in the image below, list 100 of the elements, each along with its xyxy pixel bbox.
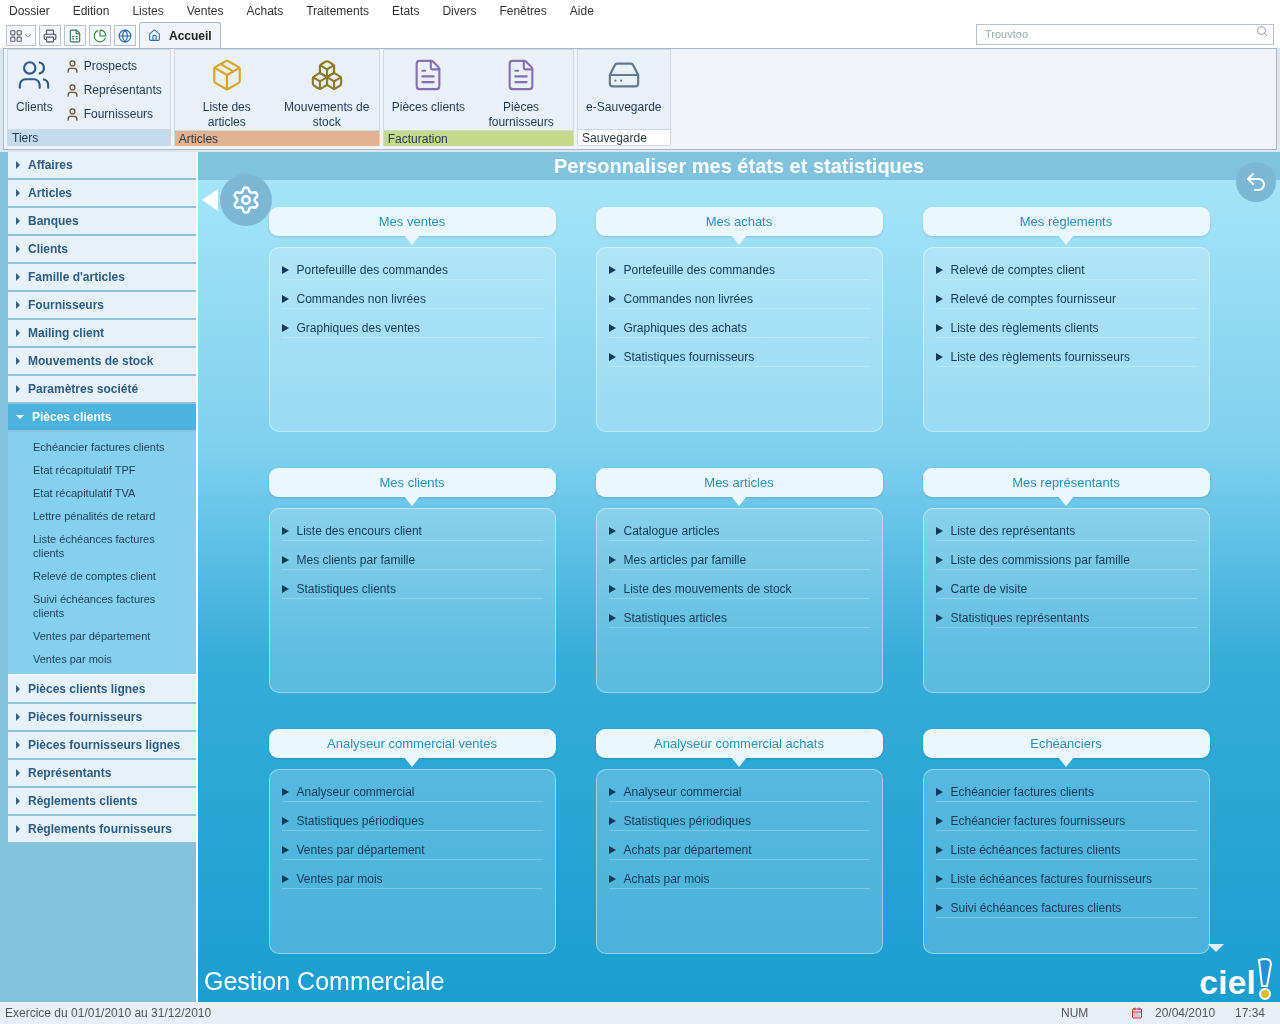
menu-item[interactable]: Ventes xyxy=(186,2,224,20)
sidebar-item[interactable]: Clients xyxy=(8,236,196,264)
report-link[interactable]: Graphiques des ventes xyxy=(281,318,543,338)
pointer-icon xyxy=(731,496,747,506)
report-link[interactable]: Relevé de comptes fournisseur xyxy=(935,289,1197,309)
sidebar-subitem[interactable]: Liste échéances factures clients xyxy=(33,532,173,560)
sidebar-item[interactable]: Mailing client xyxy=(8,320,196,348)
menu-item[interactable]: Etats xyxy=(392,2,420,20)
report-link[interactable]: Achats par mois xyxy=(608,869,870,889)
pointer-icon xyxy=(404,496,420,506)
sidebar-item[interactable]: Pièces fournisseurs lignes xyxy=(8,732,196,760)
report-link[interactable]: Liste des représentants xyxy=(935,521,1197,541)
sidebar-item[interactable]: Mouvements de stock xyxy=(8,348,196,376)
report-link[interactable]: Analyseur commercial xyxy=(608,782,870,802)
triangle-icon xyxy=(935,584,943,593)
report-link[interactable]: Statistiques représentants xyxy=(935,608,1197,628)
sidebar-item[interactable]: Représentants xyxy=(8,760,196,788)
report-link[interactable]: Liste des règlements fournisseurs xyxy=(935,347,1197,367)
triangle-icon xyxy=(281,526,289,535)
report-link[interactable]: Carte de visite xyxy=(935,579,1197,599)
report-link[interactable]: Statistiques périodiques xyxy=(608,811,870,831)
caret-right-icon xyxy=(16,797,20,805)
ribbon-button[interactable]: Clients xyxy=(12,54,57,115)
menu-item[interactable]: Aide xyxy=(569,2,594,20)
triangle-icon xyxy=(608,294,616,303)
tab[interactable]: Accueil xyxy=(139,22,221,48)
toolbar-button[interactable] xyxy=(39,25,61,46)
report-link[interactable]: Liste des commissions par famille xyxy=(935,550,1197,570)
ribbon-button[interactable]: Pièces fournisseurs xyxy=(473,54,570,130)
report-link[interactable]: Mes clients par famille xyxy=(281,550,543,570)
sidebar-subitem[interactable]: Etat récapitulatif TVA xyxy=(33,486,173,500)
triangle-icon xyxy=(935,903,943,912)
search-field[interactable]: Trouvtoo xyxy=(976,23,1274,45)
menu-item[interactable]: Dossier xyxy=(9,2,50,20)
ribbon-button[interactable]: Représentants xyxy=(60,78,166,102)
sidebar-item[interactable]: Paramètres société xyxy=(8,376,196,404)
scroll-down-icon[interactable] xyxy=(1208,944,1224,952)
report-link[interactable]: Liste échéances factures fournisseurs xyxy=(935,869,1197,889)
report-link[interactable]: Statistiques clients xyxy=(281,579,543,599)
report-link[interactable]: Statistiques fournisseurs xyxy=(608,347,870,367)
menu-item[interactable]: Traitements xyxy=(306,2,370,20)
toolbar-button[interactable] xyxy=(114,25,136,46)
undo-button[interactable] xyxy=(1236,162,1276,202)
sidebar-item[interactable]: Banques xyxy=(8,208,196,236)
ribbon-button[interactable]: Mouvements de stock xyxy=(278,54,375,130)
ribbon-button[interactable]: Pièces clients xyxy=(387,54,470,115)
report-link[interactable]: Ventes par département xyxy=(281,840,543,860)
sidebar-item[interactable]: Famille d'articles xyxy=(8,264,196,292)
caret-right-icon xyxy=(16,273,20,281)
sidebar-item[interactable]: Règlements clients xyxy=(8,788,196,816)
sidebar-item[interactable]: Fournisseurs xyxy=(8,292,196,320)
sidebar-item[interactable]: Règlements fournisseurs xyxy=(8,816,196,844)
menu-item[interactable]: Listes xyxy=(132,2,164,20)
sidebar-subitem[interactable]: Relevé de comptes client xyxy=(33,569,173,583)
report-link[interactable]: Echéancier factures fournisseurs xyxy=(935,811,1197,831)
spreadsheet-icon xyxy=(68,28,82,43)
report-link[interactable]: Liste des règlements clients xyxy=(935,318,1197,338)
sidebar-item[interactable]: Pièces fournisseurs xyxy=(8,704,196,732)
report-link[interactable]: Liste échéances factures clients xyxy=(935,840,1197,860)
report-link[interactable]: Portefeuille des commandes xyxy=(608,260,870,280)
report-link[interactable]: Statistiques articles xyxy=(608,608,870,628)
report-link[interactable]: Statistiques périodiques xyxy=(281,811,543,831)
person-icon xyxy=(64,106,80,122)
sidebar-item[interactable]: Affaires xyxy=(8,152,196,180)
report-link[interactable]: Liste des mouvements de stock xyxy=(608,579,870,599)
sidebar-subitem[interactable]: Echéancier factures clients xyxy=(33,440,173,454)
ribbon-button[interactable]: Fournisseurs xyxy=(60,102,166,126)
menu-item[interactable]: Fenêtres xyxy=(499,2,547,20)
report-link[interactable]: Commandes non livrées xyxy=(608,289,870,309)
report-link[interactable]: Analyseur commercial xyxy=(281,782,543,802)
report-link[interactable]: Relevé de comptes client xyxy=(935,260,1197,280)
ribbon-button[interactable]: Prospects xyxy=(60,54,166,78)
report-link[interactable]: Echéancier factures clients xyxy=(935,782,1197,802)
settings-icon[interactable] xyxy=(220,174,272,226)
toolbar-button[interactable] xyxy=(64,25,86,46)
sidebar-subitem[interactable]: Ventes par département xyxy=(33,629,173,643)
report-link[interactable]: Ventes par mois xyxy=(281,869,543,889)
sidebar-item[interactable]: Pièces clients lignes xyxy=(8,676,196,704)
layout-grid-button[interactable] xyxy=(6,25,36,46)
report-link[interactable]: Portefeuille des commandes xyxy=(281,260,543,280)
triangle-icon xyxy=(935,816,943,825)
ribbon-button[interactable]: e-Sauvegarde xyxy=(582,54,666,115)
sidebar-subitem[interactable]: Etat récapitulatif TPF xyxy=(33,463,173,477)
report-link[interactable]: Catalogue articles xyxy=(608,521,870,541)
menu-item[interactable]: Divers xyxy=(442,2,477,20)
sidebar-subitem[interactable]: Suivi échéances factures clients xyxy=(33,592,173,620)
sidebar-subitem[interactable]: Ventes par mois xyxy=(33,652,173,666)
sidebar-subitem[interactable]: Lettre pénalités de retard xyxy=(33,509,173,523)
sidebar-item[interactable]: Articles xyxy=(8,180,196,208)
report-link[interactable]: Liste des encours client xyxy=(281,521,543,541)
menu-item[interactable]: Achats xyxy=(246,2,284,20)
report-link[interactable]: Suivi échéances factures clients xyxy=(935,898,1197,918)
menu-item[interactable]: Edition xyxy=(72,2,110,20)
title-bar: Personnaliser mes états et statistiques xyxy=(198,152,1280,180)
report-link[interactable]: Mes articles par famille xyxy=(608,550,870,570)
ribbon-button[interactable]: Liste des articles xyxy=(178,54,275,130)
report-link[interactable]: Graphiques des achats xyxy=(608,318,870,338)
report-link[interactable]: Commandes non livrées xyxy=(281,289,543,309)
report-link[interactable]: Achats par département xyxy=(608,840,870,860)
toolbar-button[interactable] xyxy=(89,25,111,46)
